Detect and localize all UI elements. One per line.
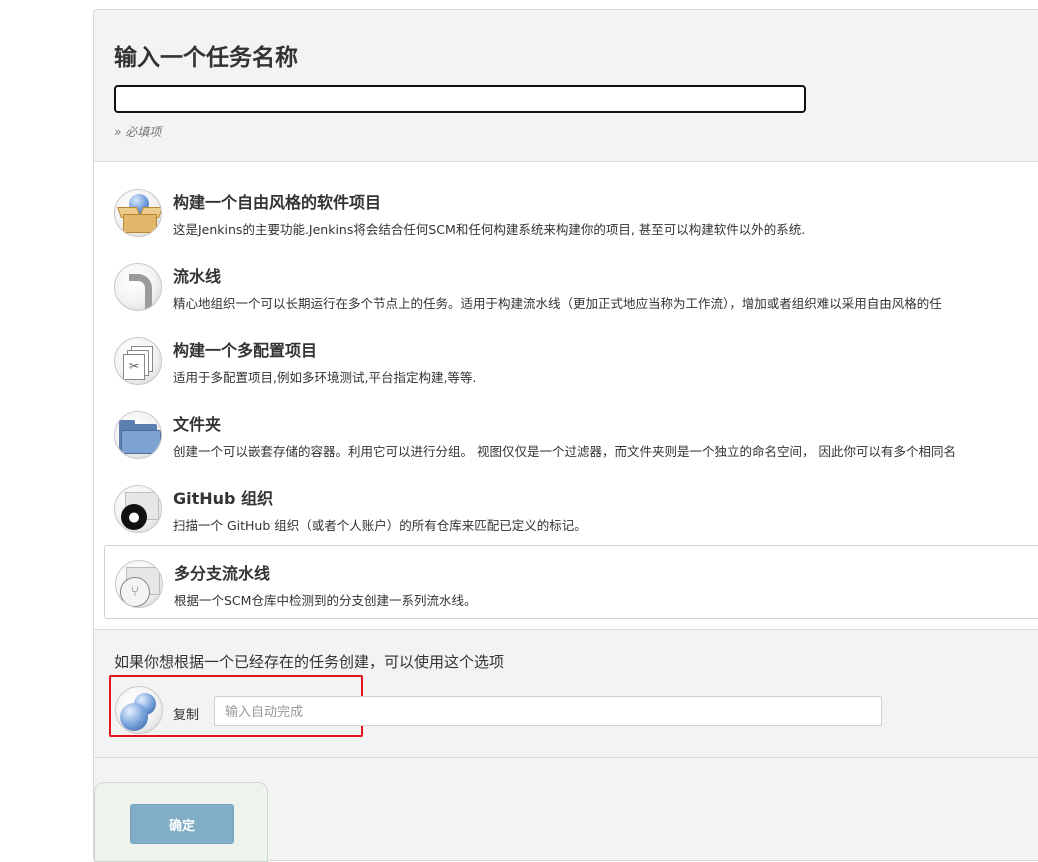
copy-hint-text: 如果你想根据一个已经存在的任务创建，可以使用这个选项 (114, 653, 505, 671)
item-type-label: 构建一个自由风格的软件项目 (173, 193, 382, 212)
copy-icon (115, 686, 163, 734)
item-type-label: 文件夹 (173, 415, 222, 434)
item-type-label: 多分支流水线 (174, 564, 271, 583)
copy-from-input[interactable] (214, 696, 882, 726)
required-note: » 必填项 (114, 125, 162, 139)
item-type-description: 这是Jenkins的主要功能.Jenkins将会结合任何SCM和任何构建系统来构… (173, 222, 806, 237)
item-name-input[interactable] (114, 85, 806, 113)
freestyle-box-icon (114, 189, 162, 237)
new-item-panel: 输入一个任务名称 » 必填项 构建一个自由风格的软件项目 这是Jenkins的主… (93, 9, 1038, 862)
item-type-description: 适用于多配置项目,例如多环境测试,平台指定构建,等等. (173, 370, 477, 385)
github-org-icon: ● (114, 485, 162, 533)
page-title: 输入一个任务名称 (114, 45, 298, 71)
item-name-section: 输入一个任务名称 » 必填项 (94, 10, 1038, 161)
item-type-multi-config[interactable]: ✂ 构建一个多配置项目 适用于多配置项目,例如多环境测试,平台指定构建,等等. (104, 323, 1038, 397)
item-type-description: 根据一个SCM仓库中检测到的分支创建一系列流水线。 (174, 593, 477, 608)
copy-from-section: 如果你想根据一个已经存在的任务创建，可以使用这个选项 复制 (94, 629, 1038, 758)
item-type-freestyle[interactable]: 构建一个自由风格的软件项目 这是Jenkins的主要功能.Jenkins将会结合… (104, 175, 1038, 249)
pipeline-icon (114, 263, 162, 311)
multi-config-icon: ✂ (114, 337, 162, 385)
multibranch-icon: ⑂ (115, 560, 163, 608)
footer-bar: 确定 (94, 782, 268, 862)
item-type-multibranch[interactable]: ⑂ 多分支流水线 根据一个SCM仓库中检测到的分支创建一系列流水线。 (104, 545, 1038, 619)
copy-label: 复制 (173, 708, 200, 723)
item-type-label: 流水线 (173, 267, 222, 286)
ok-button[interactable]: 确定 (130, 804, 234, 844)
item-type-description: 精心地组织一个可以长期运行在多个节点上的任务。适用于构建流水线（更加正式地应当称… (173, 296, 942, 311)
item-type-description: 创建一个可以嵌套存储的容器。利用它可以进行分组。 视图仅仅是一个过滤器，而文件夹… (173, 444, 956, 459)
item-type-description: 扫描一个 GitHub 组织（或者个人账户）的所有仓库来匹配已定义的标记。 (173, 518, 587, 533)
item-type-pipeline[interactable]: 流水线 精心地组织一个可以长期运行在多个节点上的任务。适用于构建流水线（更加正式… (104, 249, 1038, 323)
item-type-github-org[interactable]: ● GitHub 组织 扫描一个 GitHub 组织（或者个人账户）的所有仓库来… (104, 471, 1038, 545)
item-type-list: 构建一个自由风格的软件项目 这是Jenkins的主要功能.Jenkins将会结合… (94, 161, 1038, 630)
folder-icon (114, 411, 162, 459)
item-type-folder[interactable]: 文件夹 创建一个可以嵌套存储的容器。利用它可以进行分组。 视图仅仅是一个过滤器，… (104, 397, 1038, 471)
item-type-label: 构建一个多配置项目 (173, 341, 318, 360)
item-type-label: GitHub 组织 (173, 489, 274, 508)
